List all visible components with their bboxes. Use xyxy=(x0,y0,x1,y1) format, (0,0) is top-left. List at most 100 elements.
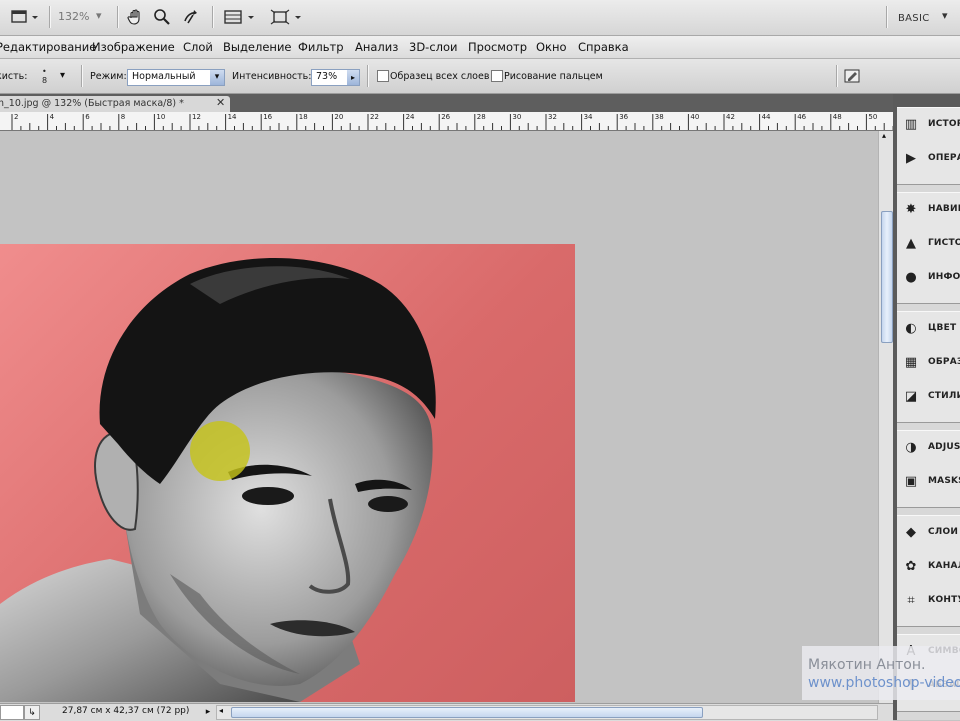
chevron-down-icon: ▾ xyxy=(942,9,948,22)
watermark-name: Мякотин Антон. xyxy=(808,657,926,673)
workspace-label: BASIC xyxy=(898,13,930,24)
vertical-scroll-thumb[interactable] xyxy=(881,211,893,343)
panel-paths[interactable]: ⌗ КОНТУРЫ xyxy=(897,588,960,614)
zoom-tool-icon[interactable] xyxy=(151,8,173,26)
panel-dock-inner: ▥ ИСТОРИЯ ▶ ОПЕРАЦИИ ✸ НАВИГАТОР ▲ ГИСТОГРАММА ●… xyxy=(897,107,960,720)
tablet-pressure-icon[interactable] xyxy=(843,68,861,84)
ruler-label: 48 xyxy=(832,113,842,121)
vertical-scrollbar[interactable]: ▴ xyxy=(878,131,894,703)
panel-masks[interactable]: ▣ MASKS xyxy=(897,469,960,495)
chevron-down-icon: ▾ xyxy=(60,70,66,81)
application-bar: 132% ▾ BASIC ▾ xyxy=(0,0,960,36)
panel-channels[interactable]: ✿ КАНАЛЫ xyxy=(897,554,960,580)
menu-layer[interactable]: Слой xyxy=(183,40,213,54)
panel-histogram[interactable]: ▲ ГИСТОГРАММА xyxy=(897,231,960,257)
panel-adjustments[interactable]: ◑ ADJUSTMENTS xyxy=(897,435,960,461)
menu-3d[interactable]: 3D-слои xyxy=(409,40,458,54)
horizontal-scroll-thumb[interactable] xyxy=(231,707,703,718)
ruler-label: 42 xyxy=(726,113,735,121)
document-tab-title: h_10.jpg @ 132% (Быстрая маска/8) * xyxy=(0,98,184,109)
status-zoom-field[interactable] xyxy=(0,705,24,720)
ruler-label: 20 xyxy=(334,113,344,121)
panel-color[interactable]: ◐ ЦВЕТ xyxy=(897,316,960,342)
close-icon[interactable]: ✕ xyxy=(216,96,225,109)
ruler-label: 30 xyxy=(512,113,522,121)
strength-label: Интенсивность: xyxy=(232,71,312,82)
ruler-label: 50 xyxy=(868,113,878,121)
panel-info[interactable]: ● ИНФО xyxy=(897,265,960,291)
menu-analysis[interactable]: Анализ xyxy=(355,40,398,54)
ruler-label: 24 xyxy=(405,113,415,121)
ruler-label: 28 xyxy=(476,113,486,121)
panel-label: ИНФО xyxy=(928,272,960,282)
panel-styles[interactable]: ◪ СТИЛИ xyxy=(897,384,960,410)
ruler-label: 38 xyxy=(654,113,664,121)
zoom-select[interactable]: 132% ▾ xyxy=(58,9,110,26)
panel-group: ◆ СЛОИ ✿ КАНАЛЫ ⌗ КОНТУРЫ xyxy=(897,515,960,627)
history-icon: ▥ xyxy=(904,117,918,132)
chevron-down-icon: ▾ xyxy=(96,9,102,22)
arrange-documents-icon[interactable] xyxy=(223,8,259,26)
portrait-photo xyxy=(0,257,436,702)
channels-icon: ✿ xyxy=(905,559,917,574)
panel-label: СТИЛИ xyxy=(928,391,960,401)
ruler-label: 44 xyxy=(761,113,771,121)
ruler-label: 10 xyxy=(156,113,166,121)
histogram-icon: ▲ xyxy=(906,236,916,251)
screen-arrangement-icon[interactable] xyxy=(270,8,306,26)
finger-painting-checkbox[interactable] xyxy=(491,70,503,82)
status-info-icon[interactable]: ↳ xyxy=(24,705,40,720)
panel-history[interactable]: ▥ ИСТОРИЯ xyxy=(897,112,960,138)
menu-help[interactable]: Справка xyxy=(578,40,629,54)
menu-window[interactable]: Окно xyxy=(536,40,567,54)
panel-actions[interactable]: ▶ ОПЕРАЦИИ xyxy=(897,146,960,172)
panel-layers[interactable]: ◆ СЛОИ xyxy=(897,520,960,546)
watermark-url: www.photoshop-video xyxy=(808,675,960,691)
screen-mode-icon[interactable] xyxy=(10,8,40,26)
status-bar: ↳ 27,87 см x 42,37 см (72 рр) ▸ ◂ xyxy=(0,703,893,721)
panel-group: ✸ НАВИГАТОР ▲ ГИСТОГРАММА ● ИНФО xyxy=(897,192,960,304)
chevron-right-icon: ▸ xyxy=(347,70,359,85)
panel-label: СЛОИ xyxy=(928,527,959,537)
ruler-label: 8 xyxy=(120,113,126,121)
hand-tool-icon[interactable] xyxy=(125,8,147,26)
horizontal-scrollbar[interactable]: ◂ xyxy=(216,705,878,720)
masks-icon: ▣ xyxy=(904,474,918,489)
brush-size-label: кисть: xyxy=(0,71,28,82)
document-image[interactable] xyxy=(0,244,575,702)
status-menu-arrow-icon[interactable]: ▸ xyxy=(202,705,214,718)
styles-icon: ◪ xyxy=(904,389,918,404)
menu-bar: Редактирование Изображение Слой Выделени… xyxy=(0,36,960,59)
document-tab[interactable]: h_10.jpg @ 132% (Быстрая маска/8) * ✕ xyxy=(0,96,230,112)
strength-value: 73% xyxy=(316,71,338,82)
rotate-view-icon[interactable] xyxy=(180,8,202,26)
brush-size-picker[interactable]: • 8 ▾ xyxy=(38,67,74,87)
panel-label: ЦВЕТ xyxy=(928,323,957,333)
info-icon: ● xyxy=(905,270,917,285)
scroll-up-arrow-icon[interactable]: ▴ xyxy=(882,131,886,140)
ruler-label: 34 xyxy=(583,113,593,121)
menu-select[interactable]: Выделение xyxy=(223,40,292,54)
panel-label: КОНТУРЫ xyxy=(928,595,960,605)
menu-edit[interactable]: Редактирование xyxy=(0,40,96,54)
ruler-label: 22 xyxy=(370,113,379,121)
ruler-label: 18 xyxy=(298,113,308,121)
workspace-switcher[interactable]: BASIC ▾ xyxy=(898,9,958,27)
panel-label: MASKS xyxy=(928,476,960,486)
scroll-left-arrow-icon[interactable]: ◂ xyxy=(219,706,223,715)
ruler-label: 40 xyxy=(690,113,700,121)
menu-view[interactable]: Просмотр xyxy=(468,40,527,54)
panel-label: ИСТОРИЯ xyxy=(928,119,960,129)
mode-value: Нормальный xyxy=(132,71,196,82)
panel-navigator[interactable]: ✸ НАВИГАТОР xyxy=(897,197,960,223)
ruler-label: 16 xyxy=(263,113,273,121)
panel-swatches[interactable]: ▦ ОБРАЗЦЫ xyxy=(897,350,960,376)
menu-image[interactable]: Изображение xyxy=(92,40,175,54)
status-document-size: 27,87 см x 42,37 см (72 рр) xyxy=(62,706,190,716)
layers-icon: ◆ xyxy=(906,525,916,540)
menu-filter[interactable]: Фильтр xyxy=(298,40,344,54)
mode-select[interactable]: Нормальный ▾ xyxy=(127,69,225,86)
strength-input[interactable]: 73% ▸ xyxy=(311,69,360,86)
ruler-label: 36 xyxy=(619,113,629,121)
sample-all-layers-checkbox[interactable] xyxy=(377,70,389,82)
